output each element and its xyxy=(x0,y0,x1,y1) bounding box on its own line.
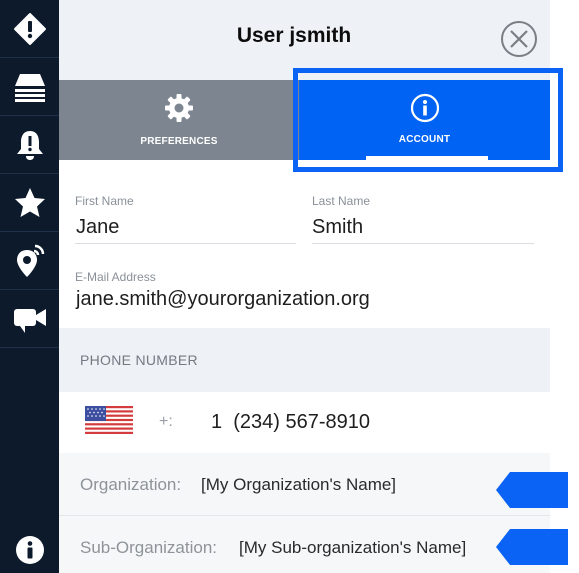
organization-value: [My Organization's Name] xyxy=(201,475,397,494)
organization-row: Organization: [My Organization's Name] xyxy=(59,453,550,515)
sub-organization-row: Sub-Organization: [My Sub-organization's… xyxy=(59,515,550,573)
first-name-underline xyxy=(75,243,296,244)
close-icon[interactable] xyxy=(500,20,538,58)
sub-organization-pointer-icon xyxy=(496,529,568,565)
last-name-field[interactable]: Smith xyxy=(312,216,363,239)
organization-label: Organization: xyxy=(80,475,182,494)
sub-organization-value: [My Sub-organization's Name] xyxy=(239,538,467,557)
last-name-underline xyxy=(312,243,534,244)
account-tab-highlight xyxy=(293,68,563,172)
sub-organization-label: Sub-Organization: xyxy=(80,538,218,557)
phone-section-title: PHONE NUMBER xyxy=(80,352,198,368)
email-label: E-Mail Address xyxy=(75,270,156,284)
tab-preferences-label: PREFERENCES xyxy=(140,136,218,147)
info-icon[interactable] xyxy=(0,527,59,573)
location-pin-icon[interactable] xyxy=(0,232,59,290)
us-flag-icon[interactable] xyxy=(85,406,133,434)
bell-icon[interactable] xyxy=(0,116,59,174)
alert-icon[interactable] xyxy=(0,0,59,58)
layers-icon[interactable] xyxy=(0,58,59,116)
phone-number-field[interactable]: 1 (234) 567-8910 xyxy=(211,411,370,434)
email-field[interactable]: jane.smith@yourorganization.org xyxy=(76,288,370,311)
star-icon[interactable] xyxy=(0,174,59,232)
page-title: User jsmith xyxy=(236,24,352,47)
phone-section-header: PHONE NUMBER xyxy=(59,328,550,392)
first-name-label: First Name xyxy=(75,194,134,208)
left-nav-rail xyxy=(0,0,59,573)
gear-icon xyxy=(164,93,194,128)
last-name-label: Last Name xyxy=(312,194,371,208)
first-name-field[interactable]: Jane xyxy=(76,216,119,239)
organization-pointer-icon xyxy=(496,472,568,508)
video-camera-icon[interactable] xyxy=(0,290,59,348)
country-code-prefix: +: xyxy=(159,413,173,430)
tab-preferences[interactable]: PREFERENCES xyxy=(59,80,299,160)
